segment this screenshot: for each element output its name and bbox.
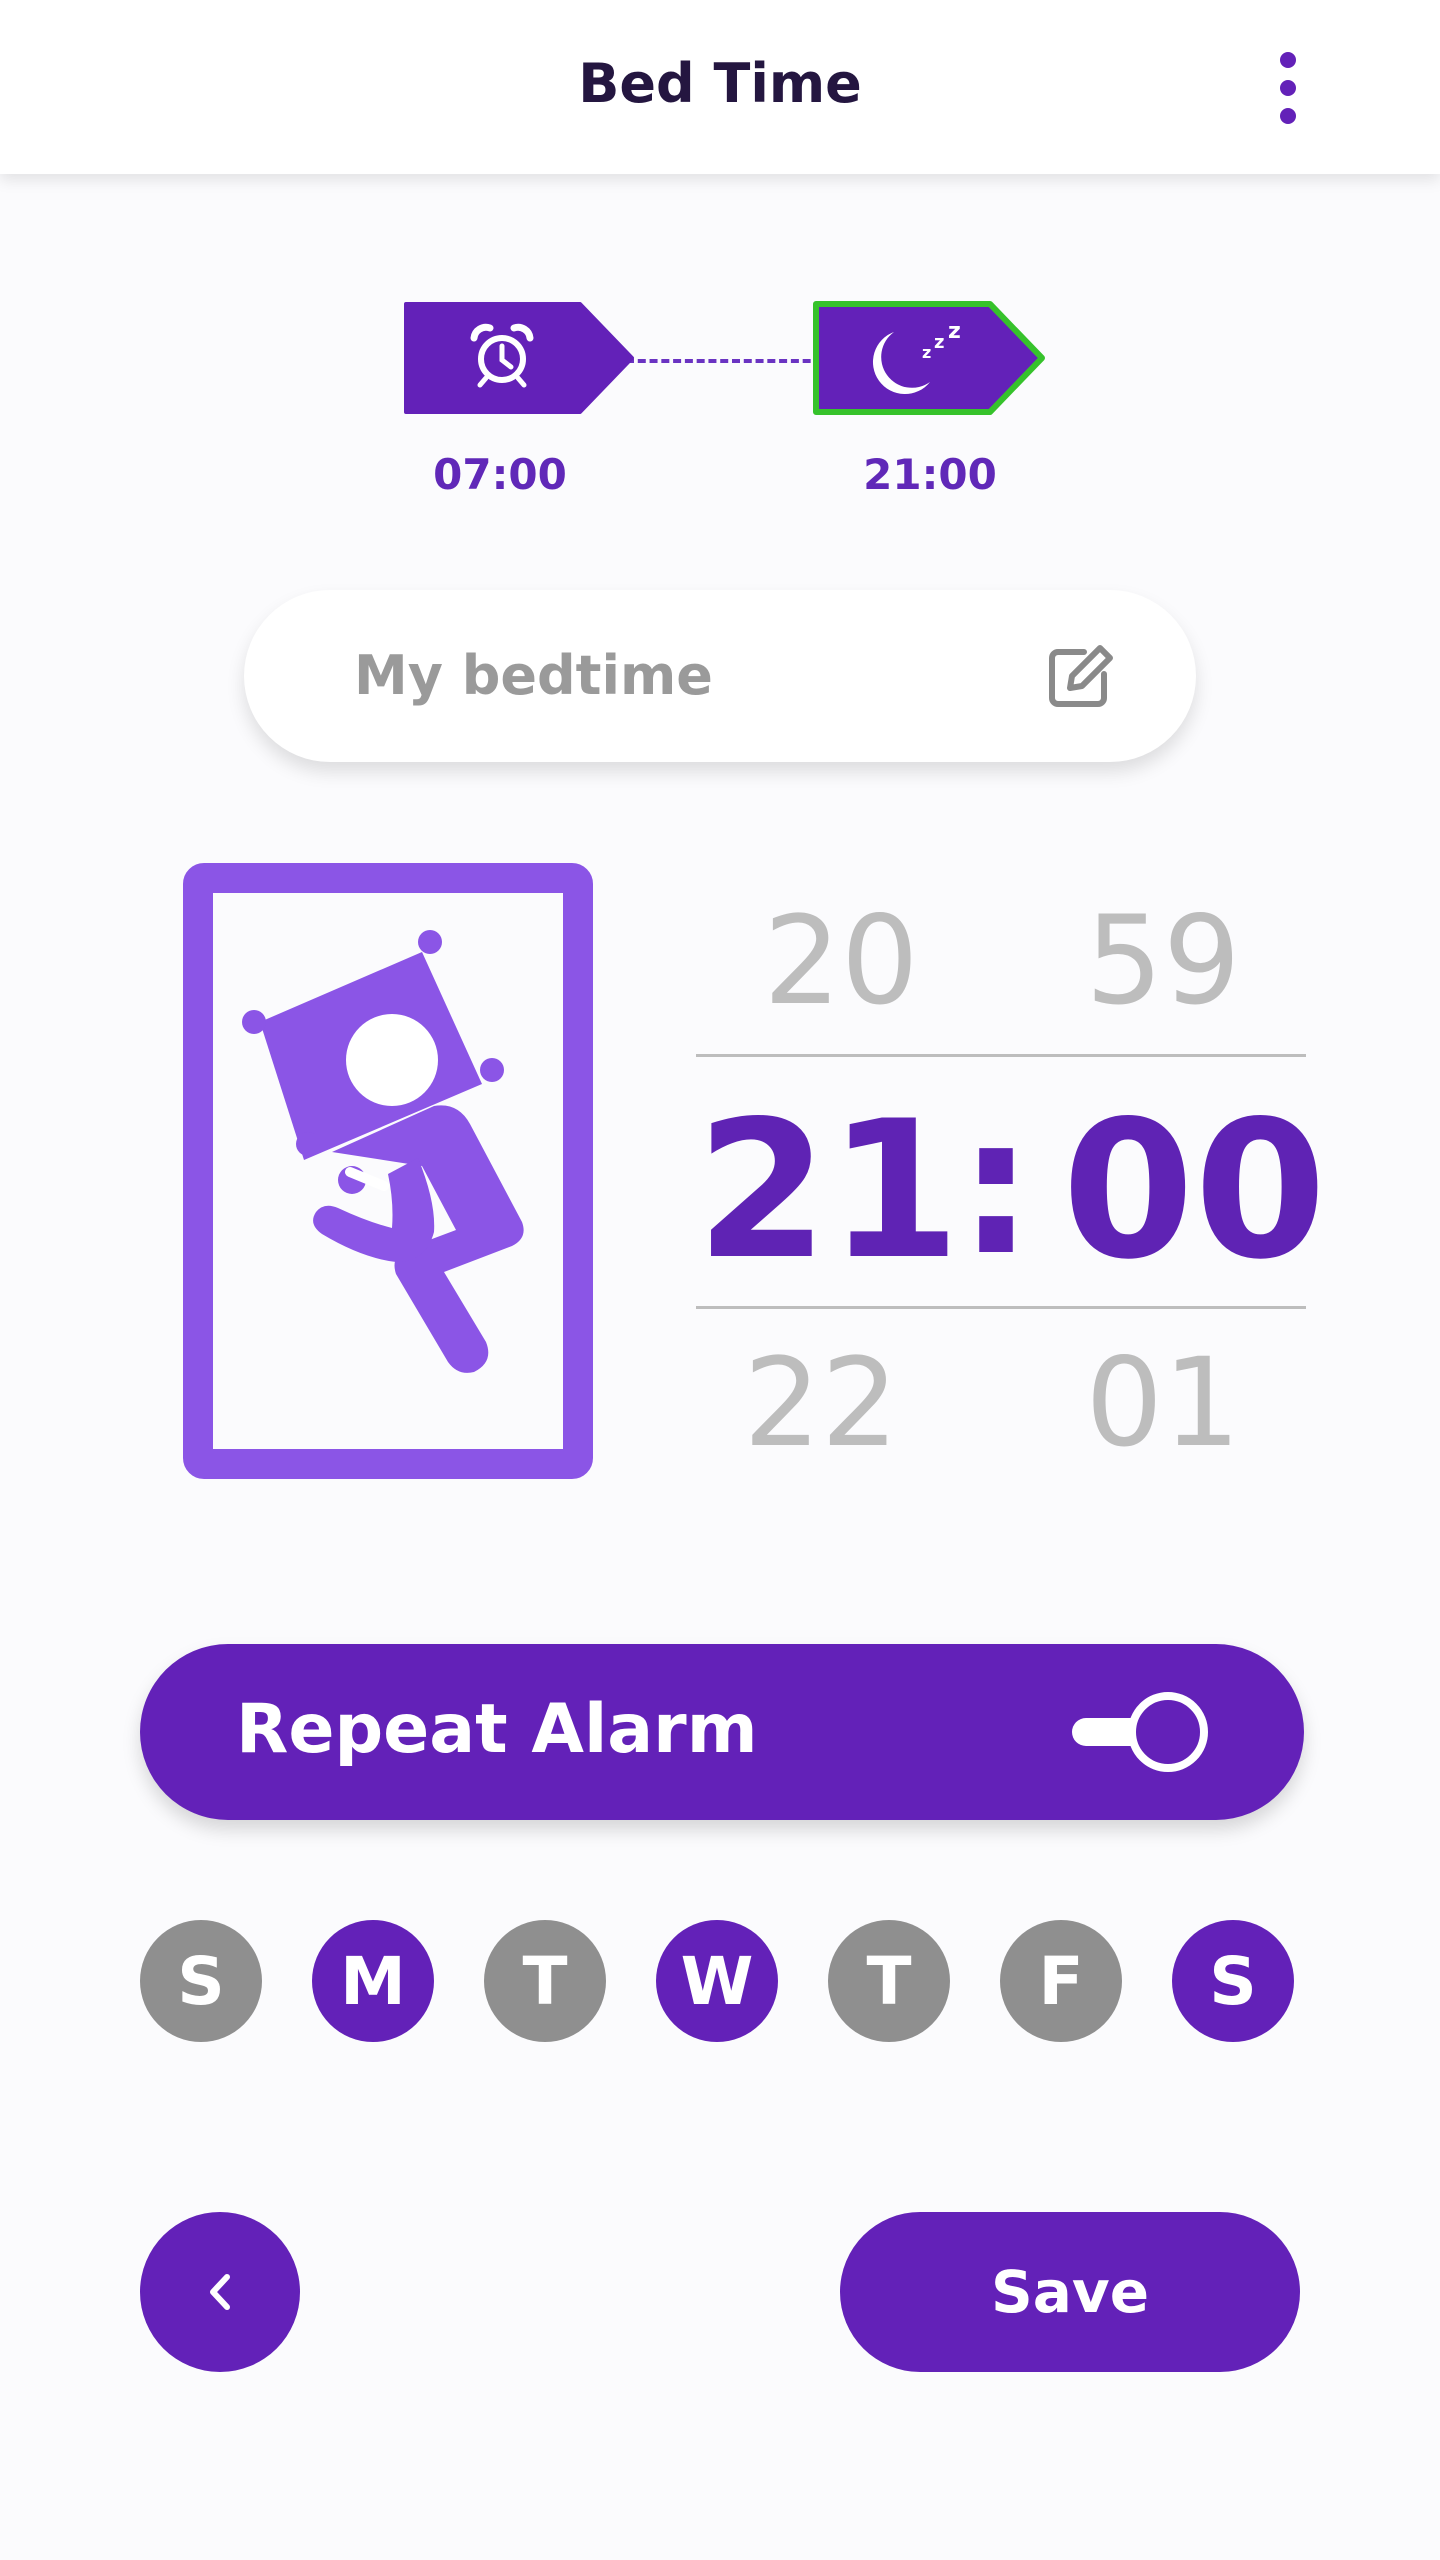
- day-thursday[interactable]: T: [828, 1920, 950, 2042]
- weekday-selector: S M T W T F S: [140, 1920, 1304, 2044]
- day-tuesday[interactable]: T: [484, 1920, 606, 2042]
- alarm-label-text: My bedtime: [354, 644, 713, 707]
- day-sunday[interactable]: S: [140, 1920, 262, 2042]
- svg-text:z: z: [922, 343, 931, 362]
- time-picker[interactable]: 20 59 21 : 00 22 01: [696, 880, 1326, 1474]
- day-monday[interactable]: M: [312, 1920, 434, 2042]
- chevron-left-icon: [210, 2274, 230, 2310]
- repeat-alarm-row[interactable]: Repeat Alarm: [140, 1644, 1304, 1820]
- step-wake[interactable]: [400, 296, 640, 426]
- page-title: Bed Time: [578, 52, 862, 115]
- day-saturday[interactable]: S: [1172, 1920, 1294, 2042]
- save-button[interactable]: Save: [840, 2212, 1300, 2372]
- step-bedtime[interactable]: z z z: [810, 296, 1050, 426]
- svg-text:z: z: [934, 332, 944, 353]
- day-wednesday[interactable]: W: [656, 1920, 778, 2042]
- repeat-alarm-toggle[interactable]: [1072, 1692, 1212, 1772]
- more-vert-icon[interactable]: [1264, 40, 1312, 136]
- time-separator: :: [958, 1076, 1034, 1297]
- app-bar: Bed Time: [0, 0, 1440, 174]
- hour-current[interactable]: 21: [696, 1080, 960, 1301]
- picker-divider-bottom: [696, 1306, 1306, 1309]
- sleeping-person-icon: [183, 863, 593, 1479]
- step-wake-time: 07:00: [433, 450, 567, 499]
- alarm-clock-icon: [470, 323, 534, 388]
- hour-prev[interactable]: 20: [736, 890, 946, 1032]
- alarm-label-field[interactable]: My bedtime: [244, 590, 1196, 762]
- edit-icon[interactable]: [1044, 642, 1114, 712]
- svg-text:z: z: [948, 319, 961, 344]
- toggle-knob: [1128, 1692, 1208, 1772]
- minute-current[interactable]: 00: [1062, 1080, 1326, 1301]
- hour-next[interactable]: 22: [716, 1332, 926, 1474]
- repeat-alarm-label: Repeat Alarm: [236, 1690, 758, 1769]
- picker-divider-top: [696, 1054, 1306, 1057]
- minute-next[interactable]: 01: [1058, 1332, 1268, 1474]
- back-button[interactable]: [140, 2212, 300, 2372]
- step-bedtime-time: 21:00: [863, 450, 997, 499]
- moon-sleep-icon: z z z: [872, 319, 961, 395]
- minute-prev[interactable]: 59: [1058, 890, 1268, 1032]
- day-friday[interactable]: F: [1000, 1920, 1122, 2042]
- alarm-stepper: z z z: [390, 296, 1050, 436]
